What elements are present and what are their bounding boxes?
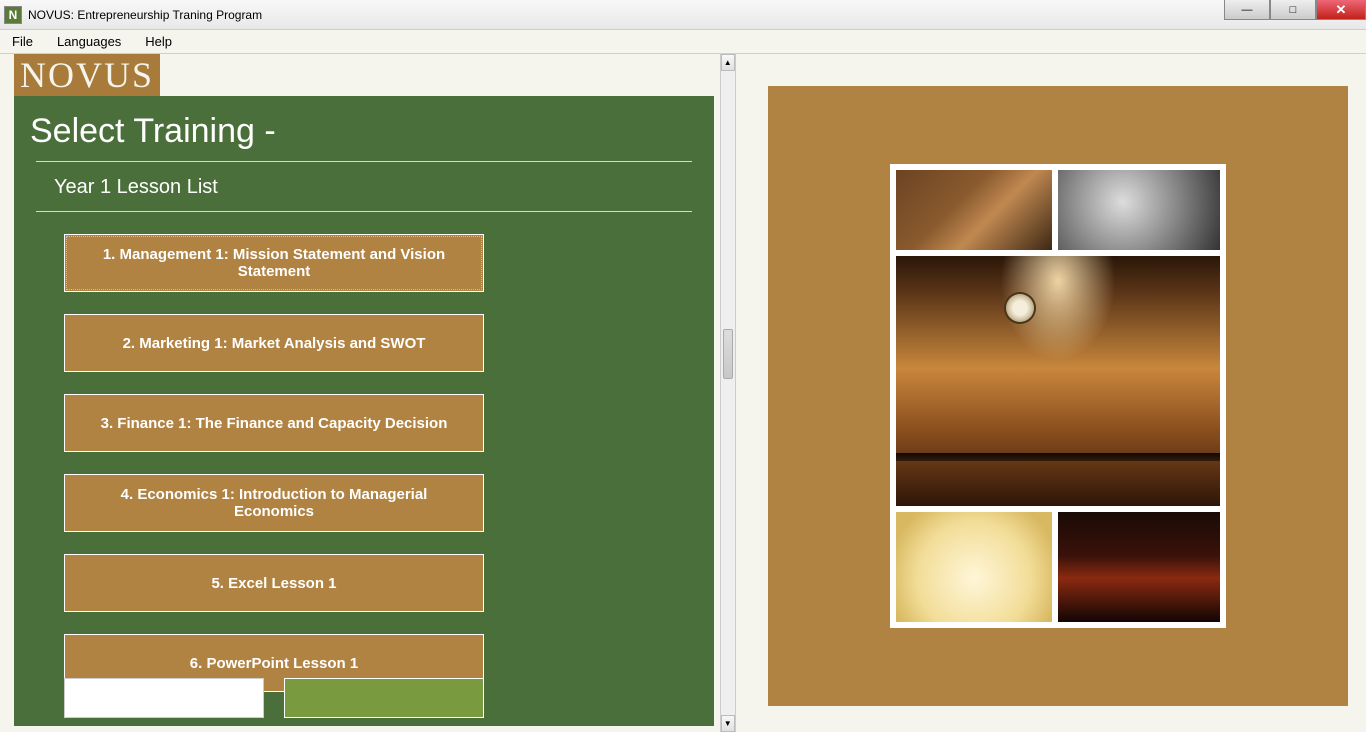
left-pane: NOVUS Select Training - Year 1 Lesson Li… (0, 54, 720, 732)
right-pane (736, 54, 1366, 732)
scroll-down-button[interactable]: ▼ (721, 715, 736, 732)
page-title: Select Training - (14, 96, 714, 159)
menu-languages[interactable]: Languages (51, 32, 127, 51)
menu-help[interactable]: Help (139, 32, 178, 51)
scroll-track[interactable] (721, 71, 736, 715)
lesson-button-1[interactable]: 1. Management 1: Mission Statement and V… (64, 234, 484, 292)
minimize-button[interactable]: — (1224, 0, 1270, 20)
training-panel: Select Training - Year 1 Lesson List 1. … (14, 96, 714, 726)
lesson-button-3[interactable]: 3. Finance 1: The Finance and Capacity D… (64, 394, 484, 452)
divider (36, 161, 692, 162)
window-titlebar: N NOVUS: Entrepreneurship Traning Progra… (0, 0, 1366, 30)
menu-file[interactable]: File (6, 32, 39, 51)
collage-image-3 (896, 256, 1220, 506)
logo-strip: NOVUS (14, 54, 160, 96)
app-icon: N (4, 6, 22, 24)
menu-bar: File Languages Help (0, 30, 1366, 54)
close-button[interactable]: ✕ (1316, 0, 1366, 20)
divider (36, 211, 692, 212)
collage-image-1 (896, 170, 1052, 250)
maximize-button[interactable]: □ (1270, 0, 1316, 20)
window-title: NOVUS: Entrepreneurship Traning Program (28, 8, 262, 22)
vertical-scrollbar: ▲ ▼ (720, 54, 737, 732)
lesson-list: 1. Management 1: Mission Statement and V… (14, 220, 714, 692)
lesson-button-4[interactable]: 4. Economics 1: Introduction to Manageri… (64, 474, 484, 532)
collage-image-5 (1058, 512, 1220, 622)
logo-text: NOVUS (14, 55, 160, 95)
image-collage (890, 164, 1226, 628)
scroll-up-button[interactable]: ▲ (721, 54, 736, 71)
bottom-button-row (64, 678, 484, 718)
lesson-button-5[interactable]: 5. Excel Lesson 1 (64, 554, 484, 612)
bottom-button-white[interactable] (64, 678, 264, 718)
bottom-button-green[interactable] (284, 678, 484, 718)
content-area: NOVUS Select Training - Year 1 Lesson Li… (0, 54, 1366, 732)
lesson-button-2[interactable]: 2. Marketing 1: Market Analysis and SWOT (64, 314, 484, 372)
image-panel (768, 86, 1348, 706)
scroll-thumb[interactable] (723, 329, 734, 379)
window-controls: — □ ✕ (1224, 0, 1366, 20)
collage-image-2 (1058, 170, 1220, 250)
section-subheading: Year 1 Lesson List (14, 170, 714, 209)
collage-image-4 (896, 512, 1052, 622)
